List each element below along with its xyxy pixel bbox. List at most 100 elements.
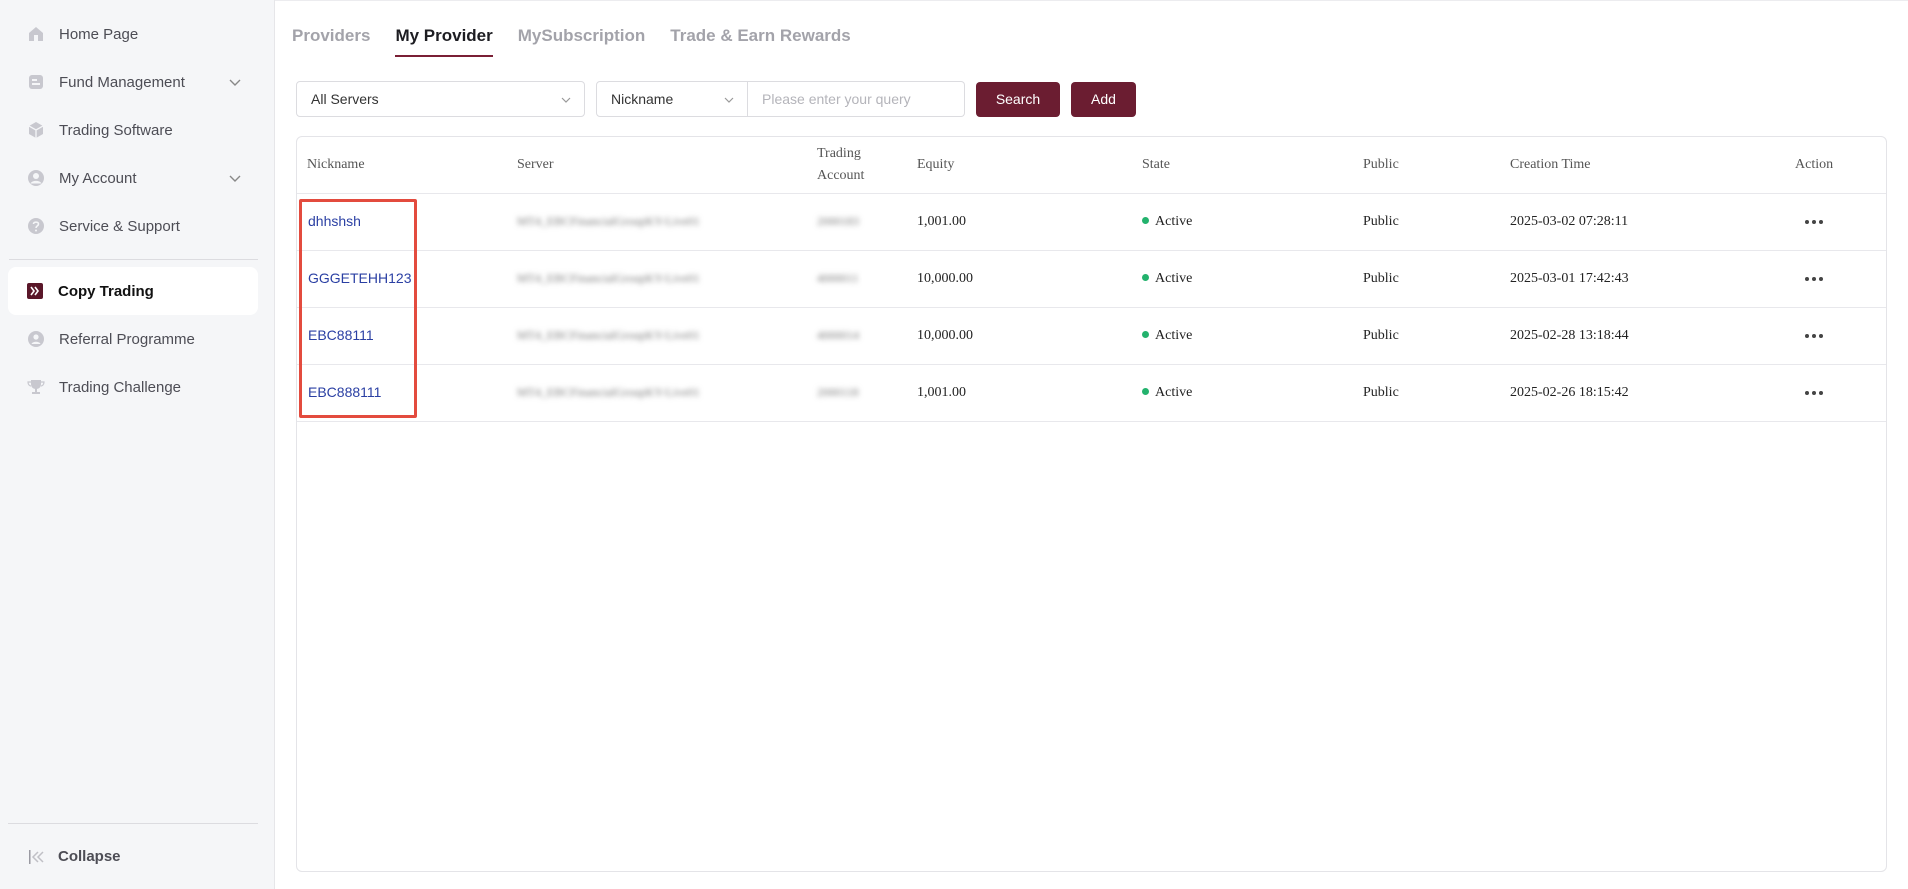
chevron-down-icon[interactable] [228,171,242,185]
more-actions-icon[interactable] [1801,214,1827,230]
state-value: Active [1155,270,1193,286]
tab-my-subscription[interactable]: MySubscription [518,1,646,57]
collapse-icon [29,849,44,864]
creation-time-value: 2025-02-28 13:18:44 [1510,327,1629,343]
provider-nickname-link[interactable]: dhhshsh [307,213,361,229]
sidebar-item-my-account[interactable]: My Account [0,154,274,202]
sidebar-item-label: Trading Challenge [59,378,182,396]
server-select[interactable]: All Servers [296,81,585,117]
search-input[interactable] [748,81,965,117]
server-value: MT4_EBCFinancialGroupKY-Live01 [517,213,700,228]
providers-table: Nickname Server Trading Account Equity S… [297,137,1886,422]
sidebar-item-label: Copy Trading [58,282,154,300]
sidebar-item-label: Referral Programme [59,330,195,348]
creation-time-value: 2025-03-02 07:28:11 [1510,213,1629,229]
sidebar-item-trading-challenge[interactable]: Trading Challenge [0,363,274,411]
header-creation-time: Creation Time [1510,137,1795,194]
header-server: Server [517,137,817,194]
search-field-select[interactable]: Nickname [596,81,748,117]
search-button[interactable]: Search [976,81,1060,117]
main-content: Providers My Provider MySubscription Tra… [275,0,1908,889]
public-value: Public [1363,327,1399,343]
sidebar-item-label: My Account [59,169,137,187]
chevron-down-icon [561,97,571,103]
more-actions-icon[interactable] [1801,385,1827,401]
provider-nickname-link[interactable]: EBC888111 [307,384,381,400]
more-actions-icon[interactable] [1801,328,1827,344]
table-row: GGGETEHH123 MT4_EBCFinancialGroupKY-Live… [297,250,1886,307]
status-dot [1142,216,1149,224]
header-account-line2: Account [817,167,865,183]
search-group: Nickname [596,81,965,117]
table-row: EBC888111 MT4_EBCFinancialGroupKY-Live01… [297,364,1886,421]
add-button[interactable]: Add [1071,81,1136,117]
sidebar-item-label: Home Page [59,25,139,43]
header-state: State [1142,137,1363,194]
state-value: Active [1155,384,1193,400]
status-dot [1142,387,1149,395]
app-window: Home Page Fund Management Trading Softwa… [0,0,1908,889]
state-value: Active [1155,327,1193,343]
home-icon [27,25,45,43]
chevron-down-icon [724,97,734,103]
user-icon [27,169,45,187]
referral-icon [27,330,45,348]
sidebar-item-label: Fund Management [59,73,185,91]
status-dot [1142,273,1149,281]
header-equity: Equity [917,137,1142,194]
header-public: Public [1363,137,1510,194]
tab-bar: Providers My Provider MySubscription Tra… [275,1,1908,57]
search-field-value: Nickname [611,91,674,107]
account-value: 4000014 [817,327,859,342]
sidebar-nav: Home Page Fund Management Trading Softwa… [0,0,274,411]
creation-time-value: 2025-03-01 17:42:43 [1510,270,1629,286]
sidebar-divider [9,259,258,260]
equity-value: 1,001.00 [917,384,966,400]
server-value: MT4_EBCFinancialGroupKY-Live01 [517,384,700,399]
tab-providers[interactable]: Providers [292,1,370,57]
fund-icon [27,73,45,91]
tab-my-provider[interactable]: My Provider [395,1,494,57]
sidebar-item-copy-trading[interactable]: Copy Trading [8,267,258,315]
creation-time-value: 2025-02-26 18:15:42 [1510,384,1629,400]
collapse-label: Collapse [58,848,121,865]
table-row: EBC88111 MT4_EBCFinancialGroupKY-Live01 … [297,307,1886,364]
state-value: Active [1155,213,1193,229]
server-value: MT4_EBCFinancialGroupKY-Live01 [517,270,700,285]
sidebar-item-fund-management[interactable]: Fund Management [0,58,274,106]
tab-trade-earn-rewards[interactable]: Trade & Earn Rewards [670,1,850,57]
equity-value: 10,000.00 [917,270,973,286]
providers-table-card: Nickname Server Trading Account Equity S… [296,136,1887,872]
more-actions-icon[interactable] [1801,271,1827,287]
header-action: Action [1795,137,1886,194]
sidebar-item-service-support[interactable]: Service & Support [0,202,274,250]
provider-nickname-link[interactable]: GGGETEHH123 [307,270,411,286]
status-dot [1142,330,1149,338]
collapse-button[interactable]: Collapse [8,823,258,889]
public-value: Public [1363,270,1399,286]
server-select-value: All Servers [311,91,379,107]
sidebar-item-label: Service & Support [59,217,180,235]
public-value: Public [1363,213,1399,229]
sidebar-item-referral-programme[interactable]: Referral Programme [0,315,274,363]
public-value: Public [1363,384,1399,400]
sidebar-item-label: Trading Software [59,121,173,139]
help-icon [27,217,45,235]
account-value: 4000011 [817,270,859,285]
equity-value: 1,001.00 [917,213,966,229]
filter-toolbar: All Servers Nickname Search Add [275,81,1908,117]
provider-nickname-link[interactable]: EBC88111 [307,327,374,343]
sidebar-item-trading-software[interactable]: Trading Software [0,106,274,154]
header-nickname: Nickname [297,137,517,194]
sidebar-item-home-page[interactable]: Home Page [0,10,274,58]
copy-trading-icon [26,282,44,300]
equity-value: 10,000.00 [917,327,973,343]
account-value: 2000118 [817,384,859,399]
trophy-icon [27,378,45,396]
server-value: MT4_EBCFinancialGroupKY-Live01 [517,327,700,342]
sidebar: Home Page Fund Management Trading Softwa… [0,0,275,889]
header-account-line1: Trading [817,145,861,161]
chevron-down-icon[interactable] [228,75,242,89]
table-header-row: Nickname Server Trading Account Equity S… [297,137,1886,194]
table-row: dhhshsh MT4_EBCFinancialGroupKY-Live01 2… [297,193,1886,250]
